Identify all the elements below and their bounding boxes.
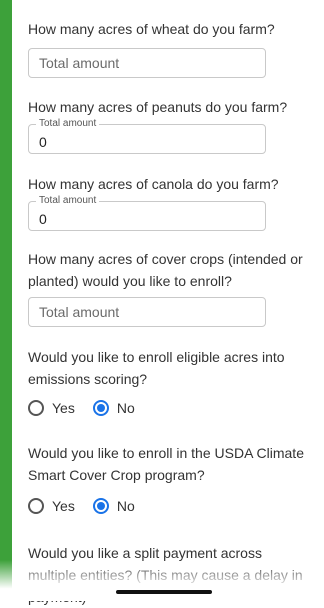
cover-crops-acres-input[interactable]: Total amount [28,297,266,327]
peanuts-acres-value: 0 [39,134,47,150]
wheat-acres-placeholder: Total amount [39,55,120,71]
cover-crops-acres-placeholder: Total amount [39,304,120,320]
usda-no-radio[interactable] [92,498,109,514]
usda-question: Would you like to enroll in the USDA Cli… [28,445,304,483]
usda-radio-group: Yes No [28,494,153,518]
emissions-radio-group: Yes No [28,396,153,420]
canola-acres-input[interactable]: Total amount 0 [28,195,266,231]
peanuts-question: How many acres of peanuts do you farm? [28,99,288,115]
section-accent-bar [0,0,12,601]
scroll-fade [0,560,324,601]
peanuts-acres-label: Total amount [36,118,100,130]
peanuts-acres-input[interactable]: Total amount 0 [28,118,266,154]
emissions-yes-label[interactable]: Yes [52,400,75,416]
emissions-question: Would you like to enroll eligible acres … [28,349,285,387]
emissions-yes-radio[interactable] [28,400,44,416]
wheat-acres-input[interactable]: Total amount [28,48,266,78]
emissions-no-radio[interactable] [92,400,109,416]
canola-acres-label: Total amount [36,195,100,207]
home-indicator[interactable] [116,590,212,594]
usda-yes-radio[interactable] [28,498,44,514]
canola-question: How many acres of canola do you farm? [28,176,279,192]
usda-no-label[interactable]: No [117,498,135,514]
canola-acres-value: 0 [39,211,47,227]
wheat-question: How many acres of wheat do you farm? [28,21,275,37]
form-content: How many acres of wheat do you farm? Tot… [12,0,324,605]
usda-yes-label[interactable]: Yes [52,498,75,514]
emissions-no-label[interactable]: No [117,400,135,416]
cover-crops-question: How many acres of cover crops (intended … [28,251,303,289]
